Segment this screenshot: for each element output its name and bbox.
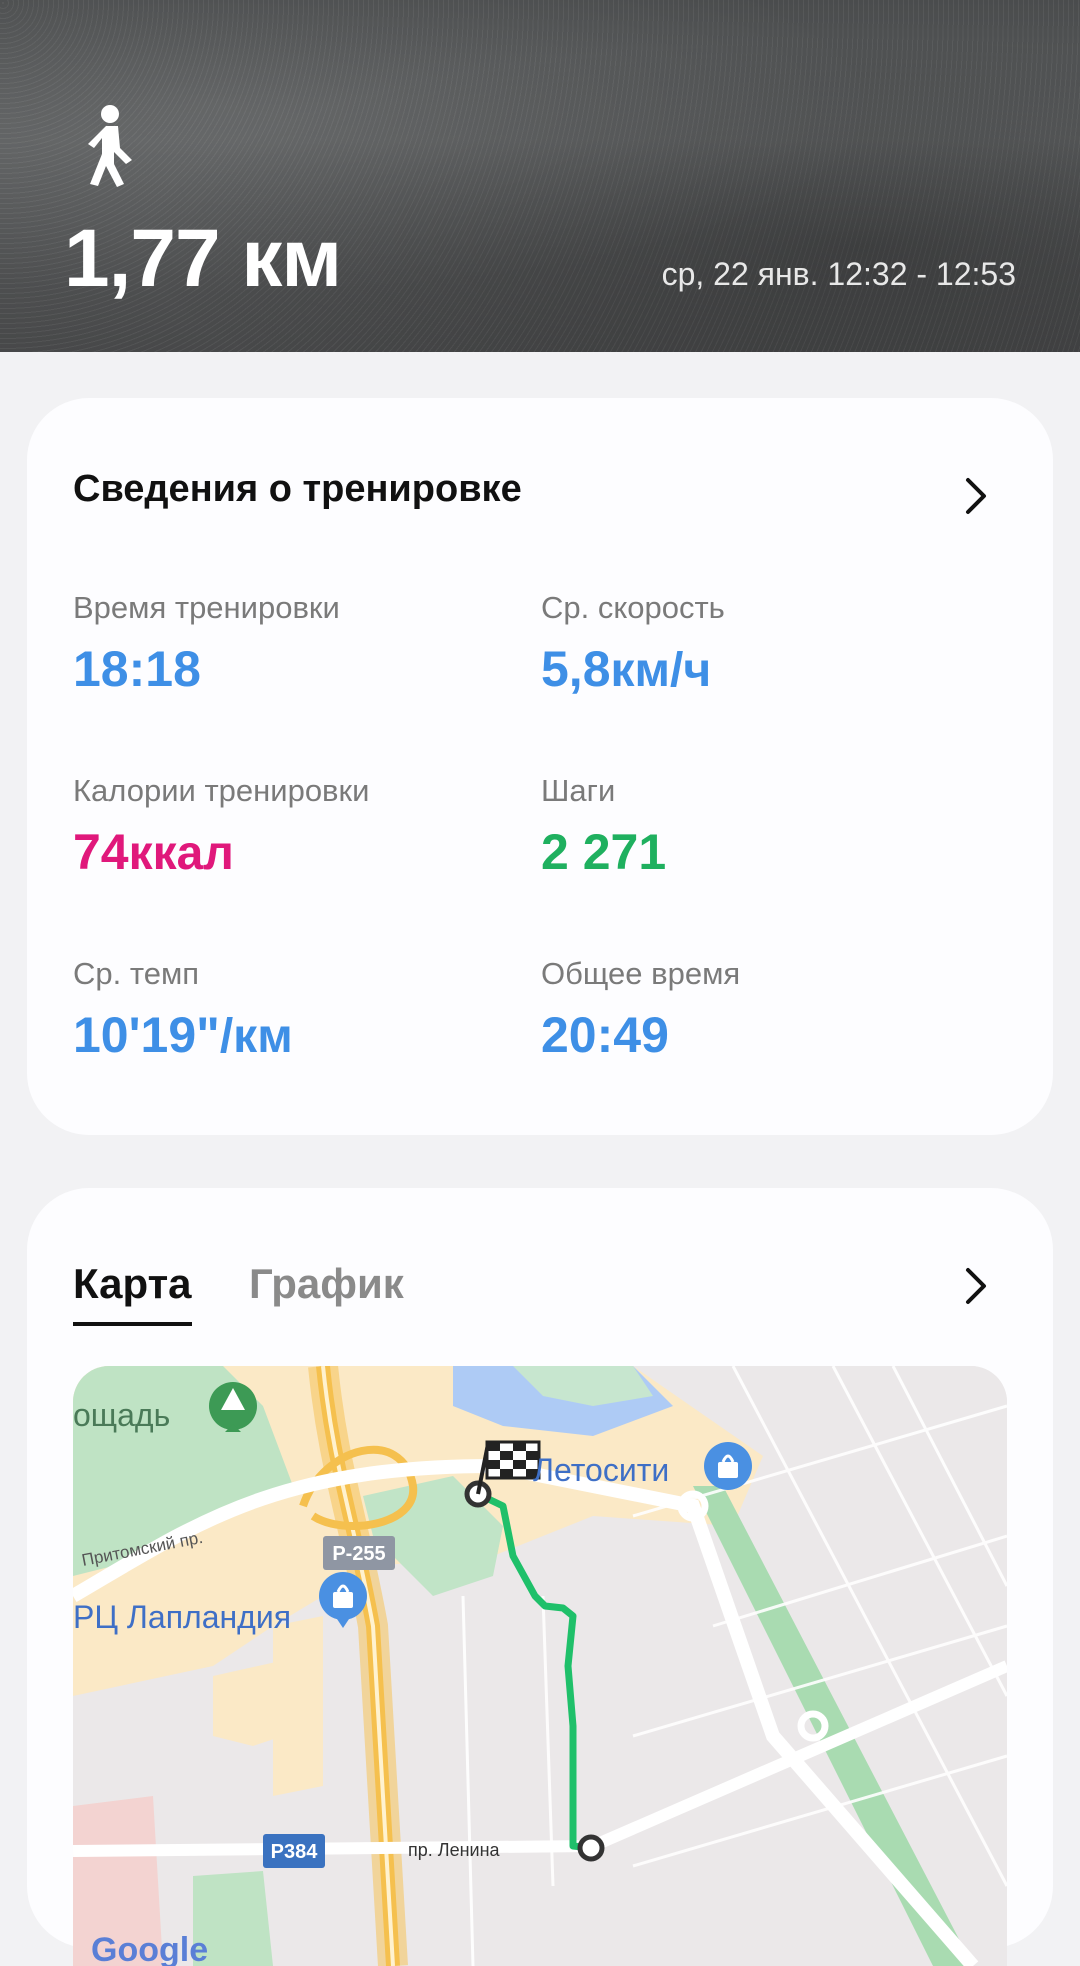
- map-label-letocity: Летосити: [533, 1452, 669, 1488]
- tab-map[interactable]: Карта: [73, 1260, 192, 1326]
- stat-value: 20:49: [541, 1007, 669, 1063]
- stat-unit: км/ч: [610, 644, 712, 697]
- chevron-right-icon[interactable]: [963, 476, 989, 516]
- chevron-right-icon[interactable]: [963, 1266, 989, 1306]
- stat-value: 5,8км/ч: [541, 641, 712, 697]
- stat-label: Общее время: [541, 956, 741, 991]
- workout-details-card[interactable]: Сведения о тренировке Время тренировки 1…: [27, 398, 1053, 1135]
- stat-unit: ккал: [128, 827, 234, 880]
- card-title: Сведения о тренировке: [73, 468, 522, 510]
- tab-chart[interactable]: График: [249, 1260, 404, 1322]
- walking-person-icon: [88, 105, 132, 187]
- stat-steps: Шаги 2 271: [541, 773, 961, 881]
- map-label-laplandia: РЦ Лапландия: [73, 1599, 291, 1635]
- stat-avg-pace: Ср. темп 10'19"/км: [73, 956, 493, 1064]
- stat-label: Ср. темп: [73, 956, 200, 991]
- route-map[interactable]: ощадь Летосити Притомский пр. Р-255 РЦ Л…: [73, 1366, 1007, 1966]
- distance-value: 1,77 км: [64, 213, 342, 304]
- map-canvas: ощадь Летосити Притомский пр. Р-255 РЦ Л…: [73, 1366, 1007, 1966]
- stat-total-time: Общее время 20:49: [541, 956, 961, 1064]
- google-logo: Google: [91, 1931, 208, 1966]
- stat-avg-speed: Ср. скорость 5,8км/ч: [541, 590, 961, 698]
- stat-unit: /км: [219, 1010, 293, 1063]
- stat-label: Калории тренировки: [73, 773, 370, 808]
- workout-header: 1,77 км ср, 22 янв. 12:32 - 12:53: [0, 0, 1080, 352]
- stat-label: Время тренировки: [73, 590, 340, 625]
- map-label-lenina: пр. Ленина: [408, 1840, 501, 1860]
- map-label-r384: Р384: [271, 1841, 319, 1863]
- stat-label: Ср. скорость: [541, 590, 725, 625]
- stat-value: 74ккал: [73, 824, 234, 880]
- stat-value: 2 271: [541, 824, 667, 880]
- stat-value: 10'19"/км: [73, 1007, 293, 1063]
- stat-workout-time: Время тренировки 18:18: [73, 590, 493, 698]
- map-label-r255: Р-255: [332, 1543, 385, 1565]
- stat-calories: Калории тренировки 74ккал: [73, 773, 493, 881]
- map-label-square: ощадь: [73, 1397, 170, 1433]
- shopping-bag-icon: [704, 1442, 752, 1490]
- stat-label: Шаги: [541, 773, 616, 808]
- map-card: Карта График ощадь Летосити Притомский п…: [27, 1188, 1053, 1966]
- route-start-marker: [577, 1834, 605, 1862]
- workout-datetime: ср, 22 янв. 12:32 - 12:53: [661, 256, 1016, 292]
- stat-value: 18:18: [73, 641, 201, 697]
